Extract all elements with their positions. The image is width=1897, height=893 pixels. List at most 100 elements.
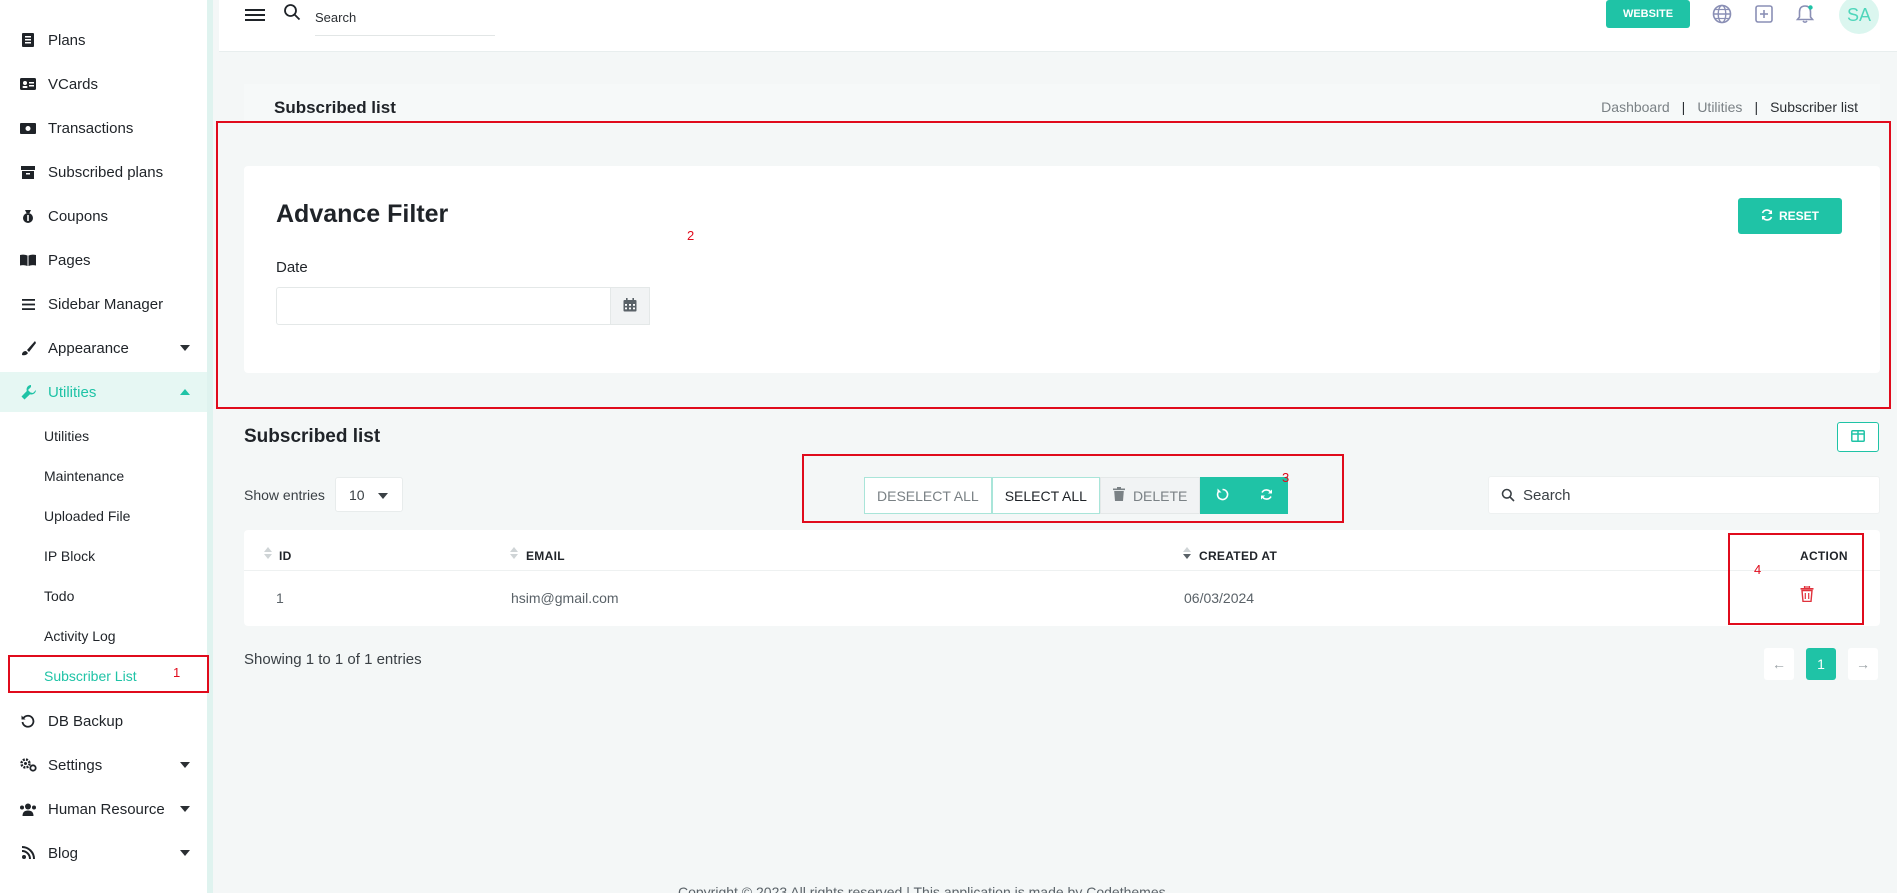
book-icon [18, 250, 38, 270]
sidebar-subitem-ip-block[interactable]: IP Block [44, 548, 95, 564]
sidebar-item-label: Coupons [48, 207, 109, 225]
cell-created-at: 06/03/2024 [1184, 590, 1255, 606]
sidebar-item-label: Plans [48, 31, 86, 49]
chevron-down-icon [378, 493, 388, 499]
sidebar-item-label: Transactions [48, 119, 134, 137]
sort-desc-icon[interactable] [1183, 544, 1191, 562]
annotation-box-3 [802, 454, 1344, 523]
sidebar-item-settings[interactable]: Settings [0, 745, 207, 785]
search-icon [283, 3, 303, 23]
brush-icon [18, 338, 38, 358]
page-header: Subscribed list Dashboard | Utilities | … [244, 84, 1880, 124]
sidebar-item-label: DB Backup [48, 712, 124, 730]
pagination-prev[interactable]: ← [1764, 648, 1794, 680]
history-icon [18, 711, 38, 731]
sidebar-item-label: Sidebar Manager [48, 295, 164, 313]
sidebar-item-label: Subscribed plans [48, 163, 164, 181]
sidebar-item-transactions[interactable]: Transactions [0, 108, 207, 148]
avatar[interactable]: SA [1839, 0, 1879, 34]
pagination-next[interactable]: → [1848, 648, 1878, 680]
search-icon [1501, 488, 1517, 504]
row-divider [244, 570, 1880, 571]
coupon-icon [18, 206, 38, 226]
plans-icon [18, 30, 38, 50]
sort-icon[interactable] [264, 544, 272, 562]
table-search-input[interactable] [1523, 477, 1873, 513]
notification-bell-icon[interactable] [1795, 4, 1817, 26]
column-header-email[interactable]: EMAIL [526, 549, 565, 563]
sidebar-item-vcards[interactable]: VCards [0, 64, 207, 104]
sidebar-item-label: Pages [48, 251, 91, 269]
sidebar-item-blog[interactable]: Blog [0, 833, 207, 873]
sidebar-subitem-todo[interactable]: Todo [44, 588, 74, 604]
annotation-number-3: 3 [1282, 470, 1290, 485]
breadcrumb-utilities[interactable]: Utilities [1697, 99, 1742, 115]
column-header-created-at[interactable]: CREATED AT [1199, 549, 1277, 563]
archive-icon [18, 162, 38, 182]
people-icon [18, 799, 38, 819]
money-icon [18, 118, 38, 138]
sidebar-subitem-utilities[interactable]: Utilities [44, 428, 89, 444]
top-header: WEBSITE SA [219, 0, 1897, 52]
sidebar-item-label: Utilities [48, 383, 97, 401]
chevron-down-icon [180, 806, 190, 812]
gears-icon [18, 755, 38, 775]
sidebar-subitem-maintenance[interactable]: Maintenance [44, 468, 124, 484]
sort-icon[interactable] [510, 544, 518, 562]
showing-entries-text: Showing 1 to 1 of 1 entries [244, 651, 422, 668]
add-square-icon[interactable] [1754, 4, 1776, 26]
sidebar-item-label: Appearance [48, 339, 129, 357]
sidebar-item-utilities[interactable]: Utilities [0, 372, 207, 412]
breadcrumb-current: Subscriber list [1770, 99, 1858, 115]
entries-value: 10 [349, 486, 365, 503]
sidebar: Plans VCards Transactions Subscribed pla… [0, 0, 213, 893]
chevron-down-icon [180, 345, 190, 351]
sidebar-item-label: Human Resource [48, 800, 165, 818]
vcard-icon [18, 74, 38, 94]
wrench-icon [18, 382, 38, 402]
annotation-number-2: 2 [687, 228, 695, 243]
show-entries-label: Show entries [244, 487, 325, 503]
sidebar-item-sidebar-manager[interactable]: Sidebar Manager [0, 284, 207, 324]
list-icon [18, 294, 38, 314]
blog-icon [18, 843, 38, 863]
footer-text: Copyright © 2023 All rights reserved | T… [678, 884, 1166, 893]
globe-icon[interactable] [1712, 4, 1734, 26]
chevron-up-icon [180, 389, 190, 395]
subscriber-table: ID EMAIL CREATED AT ACTION 1 hsim@gmail.… [244, 530, 1880, 626]
sidebar-item-appearance[interactable]: Appearance [0, 328, 207, 368]
breadcrumb-separator: | [1681, 99, 1686, 115]
breadcrumb: Dashboard | Utilities | Subscriber list [1601, 99, 1858, 115]
entries-select[interactable]: 10 [335, 477, 403, 512]
annotation-box-4 [1728, 533, 1864, 625]
table-search [1488, 476, 1880, 514]
columns-icon [1851, 429, 1865, 445]
page-title: Subscribed list [274, 98, 396, 117]
annotation-number-1: 1 [173, 665, 181, 680]
header-search-input[interactable] [315, 0, 495, 36]
chevron-down-icon [180, 762, 190, 768]
sidebar-item-label: VCards [48, 75, 99, 93]
breadcrumb-dashboard[interactable]: Dashboard [1601, 99, 1670, 115]
sidebar-item-subscribed-plans[interactable]: Subscribed plans [0, 152, 207, 192]
column-header-id[interactable]: ID [279, 549, 292, 563]
sidebar-item-db-backup[interactable]: DB Backup [0, 701, 207, 741]
sidebar-subitem-activity-log[interactable]: Activity Log [44, 628, 116, 644]
cell-email: hsim@gmail.com [511, 590, 619, 606]
annotation-box-2 [216, 121, 1891, 409]
sidebar-item-plans[interactable]: Plans [0, 20, 207, 60]
sidebar-item-label: Blog [48, 844, 79, 862]
column-visibility-button[interactable] [1837, 422, 1879, 452]
cell-id: 1 [276, 590, 284, 606]
sidebar-subitem-uploaded-file[interactable]: Uploaded File [44, 508, 130, 524]
sidebar-item-human-resource[interactable]: Human Resource [0, 789, 207, 829]
chevron-down-icon [180, 850, 190, 856]
sidebar-item-label: Settings [48, 756, 103, 774]
menu-toggle-icon[interactable] [245, 6, 265, 26]
breadcrumb-separator: | [1754, 99, 1759, 115]
sidebar-item-coupons[interactable]: Coupons [0, 196, 207, 236]
website-button[interactable]: WEBSITE [1606, 0, 1690, 28]
sidebar-item-pages[interactable]: Pages [0, 240, 207, 280]
pagination-page-1[interactable]: 1 [1806, 648, 1836, 680]
annotation-number-4: 4 [1754, 562, 1762, 577]
